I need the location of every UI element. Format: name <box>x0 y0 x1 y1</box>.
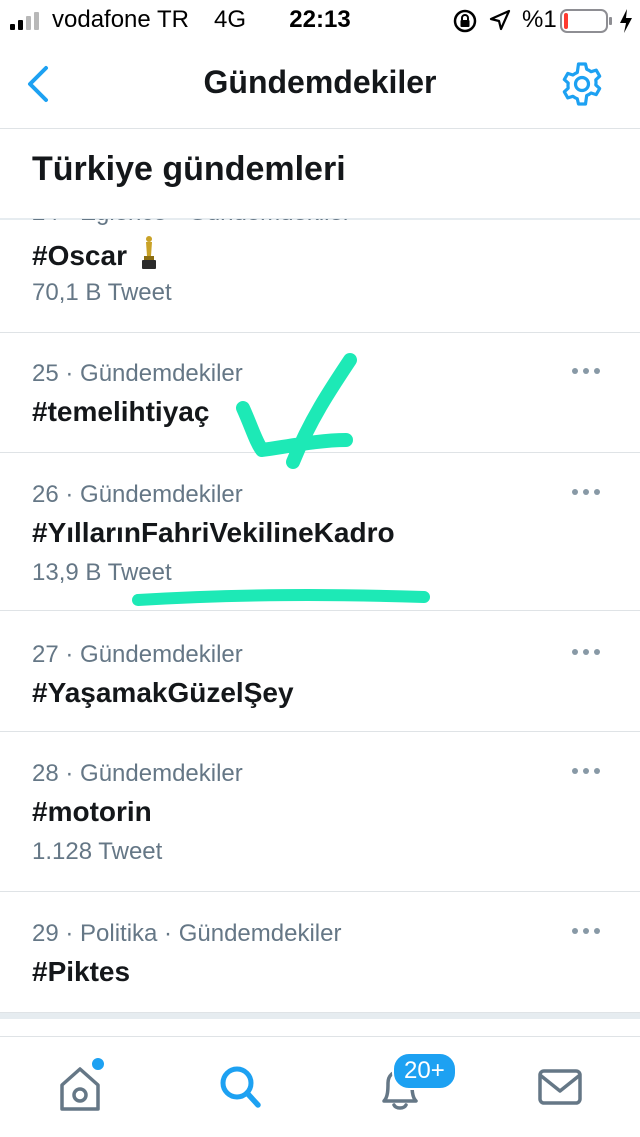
page-title: Gündemdekiler <box>203 64 437 100</box>
notifications-badge: 20+ <box>392 1052 457 1090</box>
home-new-content-dot <box>90 1056 106 1072</box>
messages-icon[interactable] <box>530 1059 590 1115</box>
more-options-icon[interactable] <box>572 922 608 942</box>
trend-item[interactable]: 26 · Gündemdekiler #YıllarınFahriVekilin… <box>0 453 640 611</box>
oscar-statue-icon <box>141 236 156 269</box>
trend-item[interactable]: 27 · Gündemdekiler #YaşamakGüzelŞey <box>0 611 640 732</box>
more-options-icon[interactable] <box>572 483 608 503</box>
gear-icon[interactable] <box>558 60 606 108</box>
more-options-icon[interactable] <box>572 362 608 382</box>
more-options-icon[interactable] <box>572 762 608 782</box>
status-bar: vodafone TR 4G 22:13 %1 <box>0 0 640 40</box>
list-footer-gap <box>0 1013 640 1019</box>
trend-hashtag: #Oscar <box>32 240 127 271</box>
trend-meta: 24 · Eğlence · Gündemdekiler <box>32 219 351 227</box>
battery-percent: %1 <box>522 6 557 33</box>
trend-meta: 29 · Politika · Gündemdekiler <box>32 920 342 947</box>
trend-name: #temelihtiyaç <box>32 396 210 427</box>
trend-meta: 28 · Gündemdekiler <box>32 760 243 787</box>
section-title: Türkiye gündemleri <box>32 150 346 188</box>
trend-name: #Oscar <box>32 235 159 272</box>
trend-tweet-count: 1.128 Tweet <box>32 838 163 865</box>
search-icon[interactable] <box>210 1059 270 1115</box>
trend-name: #motorin <box>32 796 152 827</box>
navigation-bar: Gündemdekiler <box>0 40 640 129</box>
battery-icon <box>560 9 612 33</box>
more-options-icon[interactable] <box>572 643 608 663</box>
trend-meta: 27 · Gündemdekiler <box>32 641 243 668</box>
tab-bar <box>0 1036 640 1137</box>
trend-meta: 25 · Gündemdekiler <box>32 360 243 387</box>
trend-item[interactable]: 28 · Gündemdekiler #motorin 1.128 Tweet <box>0 732 640 892</box>
trend-meta: 26 · Gündemdekiler <box>32 481 243 508</box>
trend-name: #YıllarınFahriVekilineKadro <box>32 517 395 548</box>
charging-icon <box>620 9 632 33</box>
trends-list[interactable]: 24 · Eğlence · Gündemdekiler #Oscar 70,1… <box>0 219 640 1019</box>
orientation-lock-icon <box>453 9 477 33</box>
trend-tweet-count: 13,9 B Tweet <box>32 559 172 586</box>
trend-item[interactable]: 29 · Politika · Gündemdekiler #Piktes <box>0 892 640 1013</box>
trend-name: #Piktes <box>32 956 131 987</box>
location-icon <box>489 9 511 31</box>
trend-tweet-count: 70,1 B Tweet <box>32 279 172 306</box>
trend-name: #YaşamakGüzelŞey <box>32 677 294 708</box>
trend-item[interactable]: 24 · Eğlence · Gündemdekiler #Oscar 70,1… <box>0 219 640 333</box>
trend-item[interactable]: 25 · Gündemdekiler #temelihtiyaç <box>0 332 640 453</box>
